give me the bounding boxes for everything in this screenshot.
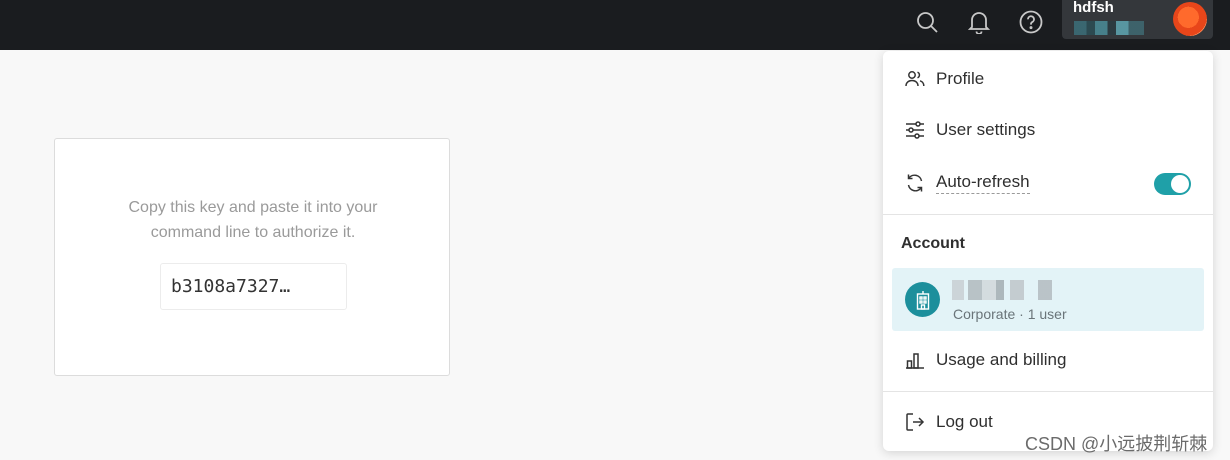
avatar [1173, 2, 1207, 36]
auto-refresh-toggle[interactable] [1154, 173, 1191, 195]
menu-item-label: User settings [936, 120, 1036, 139]
auth-instructions-line2: command line to authorize it. [150, 224, 356, 241]
menu-item-label: Usage and billing [936, 350, 1067, 369]
api-key-field[interactable]: b3108a7327… [160, 263, 347, 310]
user-dropdown-menu: Profile User settings Auto-refresh Accou… [883, 51, 1213, 451]
user-menu-button[interactable]: hdfsh [1062, 0, 1213, 39]
menu-item-usage-billing[interactable]: Usage and billing [883, 338, 1213, 382]
toggle-knob [1171, 175, 1189, 193]
menu-item-auto-refresh[interactable]: Auto-refresh [883, 161, 1213, 205]
auth-instructions: Copy this key and paste it into your com… [55, 195, 451, 245]
menu-divider [883, 214, 1213, 215]
menu-divider [883, 391, 1213, 392]
building-icon [905, 282, 940, 317]
help-icon[interactable] [1014, 5, 1048, 39]
account-section-title: Account [901, 235, 965, 252]
bell-icon[interactable] [962, 5, 996, 39]
account-subtitle: Corporate · 1 user [953, 306, 1067, 322]
top-bar: hdfsh [0, 0, 1230, 50]
redacted-username [1074, 21, 1144, 35]
menu-item-user-settings[interactable]: User settings [883, 108, 1213, 152]
menu-item-label: Auto-refresh [936, 172, 1030, 194]
menu-item-label: Log out [936, 412, 993, 431]
menu-item-profile[interactable]: Profile [883, 57, 1213, 101]
menu-item-label: Profile [936, 69, 985, 88]
auth-instructions-line1: Copy this key and paste it into your [128, 199, 378, 216]
account-item-corporate[interactable]: Corporate · 1 user [892, 268, 1204, 331]
redacted-account-name [952, 280, 1052, 300]
sliders-icon [905, 120, 925, 140]
search-icon[interactable] [910, 5, 944, 39]
refresh-icon [905, 173, 925, 193]
logout-icon [905, 412, 925, 432]
people-icon [905, 69, 925, 89]
username: hdfsh [1073, 0, 1114, 16]
auth-key-card: Copy this key and paste it into your com… [54, 138, 450, 376]
bar-chart-icon [905, 350, 925, 370]
watermark-text: CSDN @小远披荆斩棘 [1025, 434, 1208, 454]
